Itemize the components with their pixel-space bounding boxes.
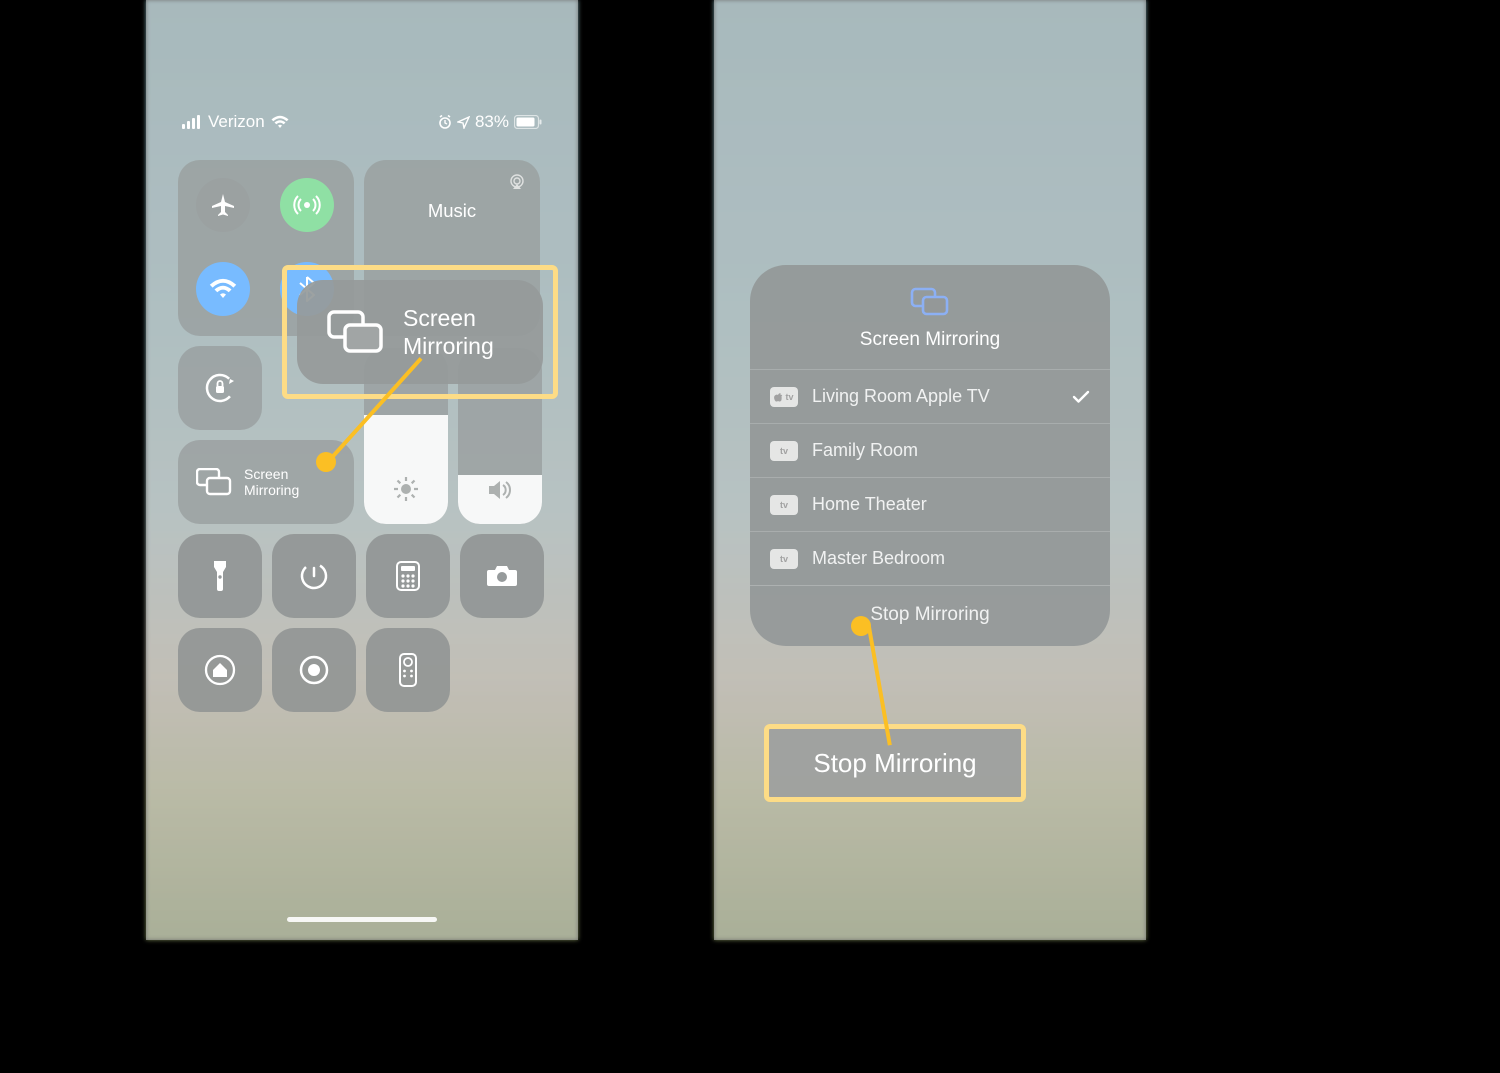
screen-mirroring-icon [327, 310, 385, 354]
screen-mirroring-panel: Screen Mirroring tv Living Room Apple TV… [750, 265, 1110, 646]
device-row[interactable]: tv Home Theater [750, 477, 1110, 531]
alarm-icon [438, 115, 452, 129]
device-label: Living Room Apple TV [812, 386, 990, 407]
screenshot-right-mirroring-panel: Screen Mirroring tv Living Room Apple TV… [714, 0, 1146, 940]
battery-icon [514, 115, 542, 129]
camera-icon [486, 564, 518, 588]
signal-bars-icon [182, 115, 202, 129]
annotation-dot [851, 616, 871, 636]
apple-tv-badge-icon: tv [770, 441, 798, 461]
annotation-callout-screen-mirroring: ScreenMirroring [282, 265, 558, 399]
volume-icon [488, 480, 512, 500]
apple-tv-badge-icon: tv [770, 549, 798, 569]
apple-tv-badge-icon: tv [770, 387, 798, 407]
carrier-label: Verizon [208, 112, 265, 132]
annotation-callout-label: Stop Mirroring [813, 748, 976, 779]
screen-mirroring-label: ScreenMirroring [244, 466, 299, 498]
calculator-icon [396, 561, 420, 591]
stop-mirroring-button[interactable]: Stop Mirroring [750, 585, 1110, 646]
remote-icon [399, 653, 417, 687]
airplay-icon [508, 174, 526, 190]
flashlight-button[interactable] [178, 534, 262, 618]
annotation-callout-label: ScreenMirroring [403, 304, 494, 360]
cellular-data-toggle[interactable] [280, 178, 334, 232]
antenna-icon [293, 191, 321, 219]
apple-tv-remote-button[interactable] [366, 628, 450, 712]
lock-rotation-icon [203, 371, 237, 405]
apple-tv-badge-icon: tv [770, 495, 798, 515]
annotation-callout-stop-mirroring: Stop Mirroring [764, 724, 1026, 802]
device-label: Master Bedroom [812, 548, 945, 569]
sun-icon [393, 476, 419, 502]
wifi-icon [271, 115, 289, 129]
device-row[interactable]: tv Master Bedroom [750, 531, 1110, 585]
panel-header-icon [750, 287, 1110, 317]
wifi-icon [209, 278, 237, 300]
home-button[interactable] [178, 628, 262, 712]
airplane-mode-toggle[interactable] [196, 178, 250, 232]
device-label: Home Theater [812, 494, 927, 515]
media-title: Music [364, 200, 540, 222]
timer-icon [298, 560, 330, 592]
screen-record-button[interactable] [272, 628, 356, 712]
annotation-dot [316, 452, 336, 472]
status-bar: Verizon 83% [146, 112, 578, 132]
device-row[interactable]: tv Living Room Apple TV [750, 369, 1110, 423]
battery-percentage: 83% [475, 112, 509, 132]
device-label: Family Room [812, 440, 918, 461]
checkmark-icon [1072, 390, 1090, 404]
camera-button[interactable] [460, 534, 544, 618]
home-indicator[interactable] [287, 917, 437, 922]
record-icon [298, 654, 330, 686]
flashlight-icon [211, 559, 229, 593]
screenshot-left-control-center: Verizon 83% Music [146, 0, 578, 940]
wifi-toggle[interactable] [196, 262, 250, 316]
screen-mirroring-icon [910, 287, 950, 317]
airplane-icon [210, 192, 236, 218]
panel-title: Screen Mirroring [750, 329, 1110, 351]
device-row[interactable]: tv Family Room [750, 423, 1110, 477]
timer-button[interactable] [272, 534, 356, 618]
screen-mirroring-icon [196, 468, 232, 496]
orientation-lock-toggle[interactable] [178, 346, 262, 430]
calculator-button[interactable] [366, 534, 450, 618]
location-icon [457, 116, 470, 129]
status-right: 83% [438, 112, 542, 132]
status-left: Verizon [182, 112, 289, 132]
brightness-fill [364, 415, 448, 524]
home-icon [204, 654, 236, 686]
